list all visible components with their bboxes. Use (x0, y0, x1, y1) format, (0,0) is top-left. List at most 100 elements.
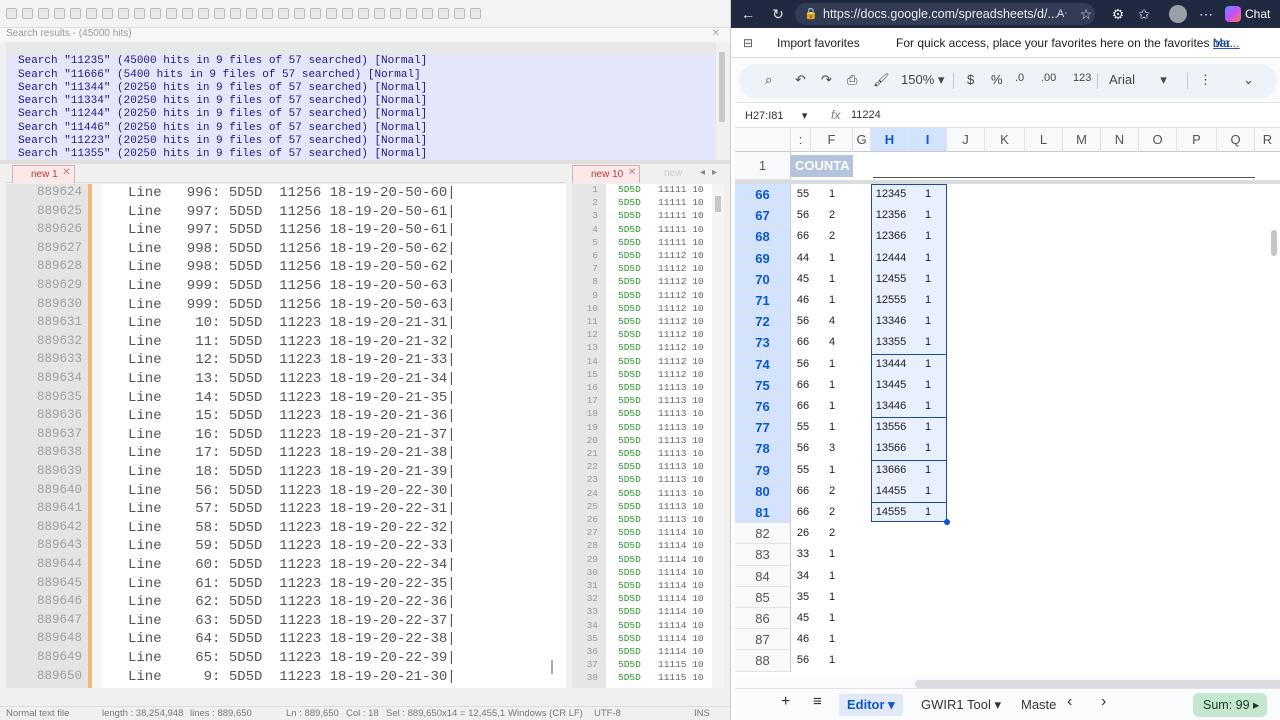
code-token[interactable]: 11115 10 (658, 672, 704, 683)
grid-horizontal-scrollbar[interactable] (915, 680, 1280, 688)
cell-f[interactable]: 2 (811, 485, 853, 497)
code-token[interactable]: 5D5D (618, 567, 641, 578)
code-token[interactable]: 11115 10 (658, 659, 704, 670)
save-macro-icon[interactable] (470, 8, 481, 19)
code-line[interactable]: Line 63: 5D5D 11223 18-19-20-22-37| (128, 613, 456, 629)
code-token[interactable]: 11111 10 (658, 237, 704, 248)
undo-icon[interactable] (166, 8, 177, 19)
cell-f[interactable]: 1 (811, 421, 853, 433)
code-token[interactable]: 11111 10 (658, 197, 704, 208)
code-token[interactable]: 5D5D (618, 316, 641, 327)
paste-icon[interactable] (150, 8, 161, 19)
code-token[interactable]: 11111 10 (658, 210, 704, 221)
column-header-o[interactable]: O (1139, 128, 1177, 152)
stop-macro-icon[interactable] (422, 8, 433, 19)
code-line[interactable]: Line 10: 5D5D 11223 18-19-20-21-31| (128, 315, 456, 331)
decrease-decimal-button[interactable]: .0 (1015, 72, 1024, 84)
cell-i[interactable]: 1 (909, 230, 947, 242)
search-result-line[interactable]: Search "11244" (20250 hits in 9 files of… (6, 108, 716, 122)
search-result-line[interactable]: Search "11235" (45000 hits in 9 files of… (6, 55, 716, 69)
cell-i[interactable]: 1 (909, 506, 947, 518)
editor-pane-right[interactable]: 1 2 3 4 5 6 7 8 9 10 11 12 13 14 15 16 17 18 19 20 21 22 23 24 2… (572, 184, 712, 688)
tab-gwir1-tool[interactable]: GWIR1 Tool ▾ (921, 697, 1001, 713)
code-line[interactable]: Line 14: 5D5D 11223 18-19-20-21-35| (128, 390, 456, 406)
code-token[interactable]: 11113 10 (658, 488, 704, 499)
row-header[interactable]: 73 (735, 332, 791, 354)
row-header[interactable]: 72 (735, 311, 791, 333)
copilot-chat-button[interactable]: Chat (1223, 4, 1279, 24)
cell-h[interactable]: 12555 (871, 294, 911, 306)
cut-icon[interactable] (118, 8, 129, 19)
cell-i[interactable]: 1 (909, 294, 947, 306)
code-token[interactable]: 5D5D (618, 422, 641, 433)
search-result-header-line[interactable] (6, 42, 716, 56)
function-list-icon[interactable] (358, 8, 369, 19)
row-header[interactable]: 70 (735, 268, 791, 290)
column-header-q[interactable]: Q (1217, 128, 1255, 152)
zoom-select[interactable]: 150% ▾ (901, 72, 944, 88)
code-line[interactable]: Line 997: 5D5D 11256 18-19-20-50-61| (128, 204, 456, 220)
cell-i[interactable]: 1 (909, 464, 947, 476)
code-line[interactable]: Line 996: 5D5D 11256 18-19-20-50-60| (128, 185, 456, 201)
open-file-icon[interactable] (22, 8, 33, 19)
close-icon[interactable] (70, 8, 81, 19)
cell-f[interactable]: 4 (811, 315, 853, 327)
code-token[interactable]: 11113 10 (658, 422, 704, 433)
code-token[interactable]: 11112 10 (658, 369, 704, 380)
code-token[interactable]: 5D5D (618, 369, 641, 380)
cell-h[interactable]: 13346 (871, 315, 911, 327)
column-header-g[interactable]: G (853, 128, 871, 152)
cell-i[interactable]: 1 (909, 315, 947, 327)
cell-f[interactable]: 1 (811, 654, 853, 666)
cell-f[interactable]: 1 (811, 464, 853, 476)
code-token[interactable]: 5D5D (618, 633, 641, 644)
code-token[interactable]: 11114 10 (658, 633, 704, 644)
tab-maste[interactable]: Maste (1021, 697, 1056, 712)
row-header[interactable]: 75 (735, 374, 791, 396)
cell-h[interactable]: 13666 (871, 464, 911, 476)
tab-next-button[interactable]: › (1101, 693, 1106, 711)
search-results-scrollbar[interactable] (717, 42, 727, 160)
code-token[interactable]: 5D5D (618, 184, 641, 195)
code-token[interactable]: 5D5D (618, 461, 641, 472)
code-token[interactable]: 11111 10 (658, 184, 704, 195)
percent-button[interactable]: % (991, 72, 1003, 87)
cell-h[interactable]: 13355 (871, 336, 911, 348)
redo-icon[interactable]: ↷ (821, 72, 832, 88)
replace-icon[interactable] (214, 8, 225, 19)
code-token[interactable]: 11112 10 (658, 290, 704, 301)
code-line[interactable]: Line 12: 5D5D 11223 18-19-20-21-33| (128, 352, 456, 368)
code-token[interactable]: 5D5D (618, 210, 641, 221)
code-token[interactable]: 5D5D (618, 606, 641, 617)
code-token[interactable]: 5D5D (618, 303, 641, 314)
extensions-icon[interactable]: ⚙ (1109, 5, 1127, 23)
code-line[interactable]: Line 65: 5D5D 11223 18-19-20-22-39| (128, 650, 456, 666)
cell-i[interactable]: 1 (909, 209, 947, 221)
cell-f[interactable]: 1 (811, 379, 853, 391)
cell-f[interactable]: 1 (811, 358, 853, 370)
counta-header-cell[interactable]: COUNTA (791, 155, 853, 177)
code-token[interactable]: 11113 10 (658, 448, 704, 459)
close-icon[interactable]: ✕ (712, 28, 720, 39)
cell-i[interactable]: 1 (909, 379, 947, 391)
close-tab-icon[interactable]: ✕ (62, 167, 70, 178)
code-token[interactable]: 5D5D (618, 263, 641, 274)
show-all-chars-icon[interactable] (310, 8, 321, 19)
code-token[interactable]: 11114 10 (658, 620, 704, 631)
redo-icon[interactable] (182, 8, 193, 19)
code-token[interactable]: 5D5D (618, 580, 641, 591)
cell-i[interactable]: 1 (909, 442, 947, 454)
cell-grid[interactable]: : F G H I J K L M N O P Q R 1 COUNTA 66 55 1 12345 1 67 56 2 123… (735, 128, 1280, 676)
cell-h[interactable]: 13444 (871, 358, 911, 370)
cell-i[interactable]: 1 (909, 273, 947, 285)
more-options-icon[interactable]: ⋮ (1199, 72, 1212, 88)
cell-h[interactable]: 13566 (871, 442, 911, 454)
cell-f[interactable]: 1 (811, 570, 853, 582)
column-header-f[interactable]: F (811, 128, 853, 152)
cell-i[interactable]: 1 (909, 400, 947, 412)
search-result-line[interactable]: Search "11446" (20250 hits in 9 files of… (6, 121, 716, 136)
save-icon[interactable] (38, 8, 49, 19)
save-all-icon[interactable] (54, 8, 65, 19)
code-token[interactable]: 5D5D (618, 646, 641, 657)
column-header-m[interactable]: M (1063, 128, 1101, 152)
